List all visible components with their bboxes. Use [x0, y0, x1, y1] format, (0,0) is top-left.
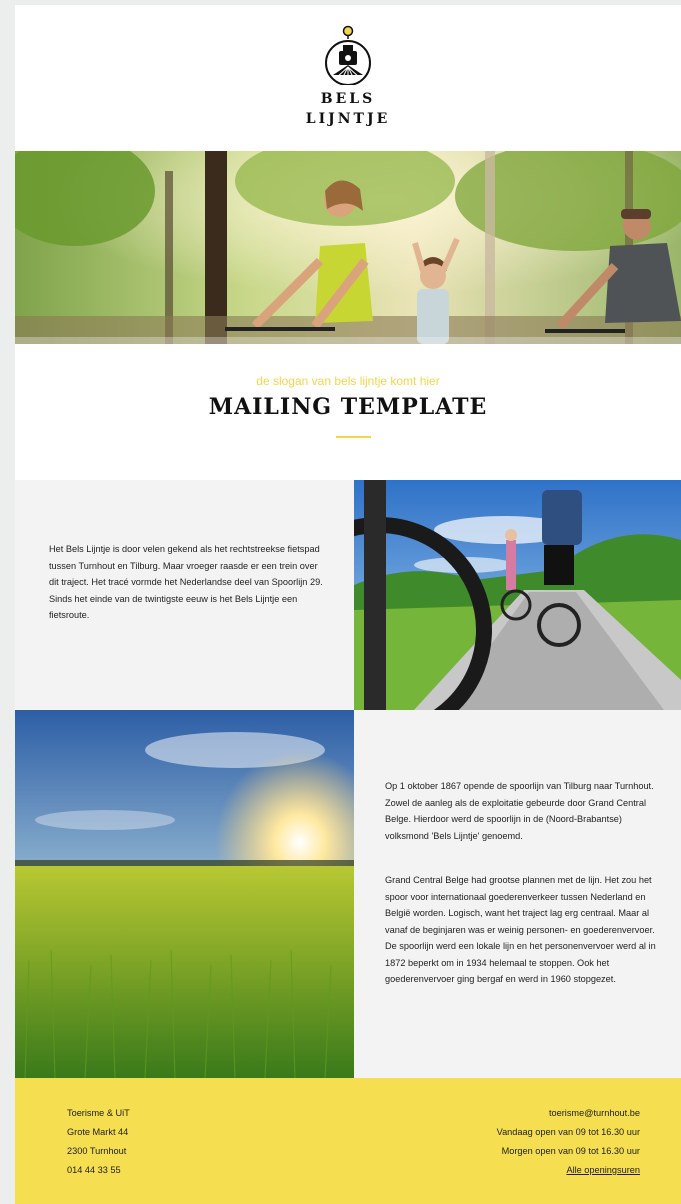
logo-text-line1: BELS: [320, 91, 376, 107]
footer-city: 2300 Turnhout: [67, 1146, 127, 1156]
train-logo-icon: [325, 25, 371, 85]
footer-hours-tomorrow: Morgen open van 09 tot 16.30 uur: [501, 1146, 640, 1156]
footer-phone: 014 44 33 55: [67, 1165, 121, 1175]
mail-page: BELS LIJNTJE de slogan van bels lijntje …: [15, 5, 681, 1204]
title-block: de slogan van bels lijntje komt hier MAI…: [15, 344, 681, 480]
footer-address: Toerisme & UiT Grote Markt 44 2300 Turnh…: [67, 1104, 267, 1180]
paragraph-intro: Het Bels Lijntje is door velen gekend al…: [49, 544, 323, 620]
footer-street: Grote Markt 44: [67, 1127, 129, 1137]
footer-org: Toerisme & UiT: [67, 1108, 130, 1118]
logo-text-line2: LIJNTJE: [305, 111, 391, 127]
footer-email[interactable]: toerisme@turnhout.be: [380, 1104, 640, 1123]
content-block-history: Op 1 oktober 1867 opende de spoorlijn va…: [354, 710, 681, 1078]
paragraph-history-2: Grand Central Belge had grootse plannen …: [385, 875, 656, 984]
footer-hours-today: Vandaag open van 09 tot 16.30 uur: [496, 1127, 640, 1137]
sunset-photo: [15, 710, 354, 1078]
cyclists-photo: [354, 480, 681, 710]
hero-image: [15, 151, 681, 344]
opening-hours-link[interactable]: Alle openingsuren: [566, 1165, 640, 1175]
paragraph-history-1: Op 1 oktober 1867 opende de spoorlijn va…: [385, 781, 654, 841]
header: BELS LIJNTJE: [15, 5, 681, 151]
footer: Toerisme & UiT Grote Markt 44 2300 Turnh…: [15, 1078, 681, 1204]
logo[interactable]: BELS LIJNTJE: [303, 19, 393, 139]
content-block-intro: Het Bels Lijntje is door velen gekend al…: [15, 480, 354, 710]
slogan: de slogan van bels lijntje komt hier: [256, 374, 440, 388]
title-divider: [336, 436, 371, 438]
footer-contact: toerisme@turnhout.be Vandaag open van 09…: [380, 1104, 640, 1180]
page-title: MAILING TEMPLATE: [208, 394, 488, 420]
